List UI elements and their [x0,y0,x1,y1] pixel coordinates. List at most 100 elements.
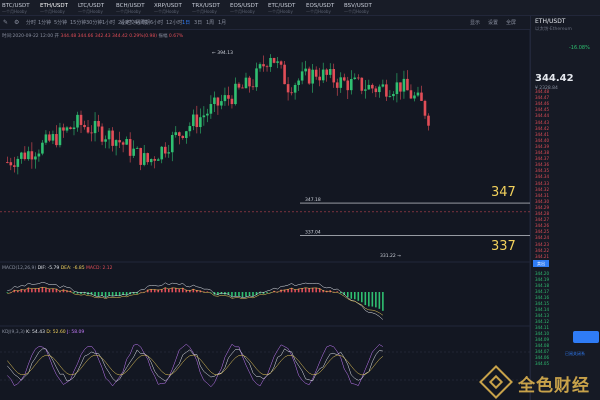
candle-body [135,147,139,149]
candle-body [311,69,314,84]
candle-body [321,69,325,81]
chart-toolbar: ✎ ⚙ 分时 1分钟 5分钟 15分钟 30分钟 1小时 2小时 4小时 6小时 12小时 1日 3日… [0,16,530,30]
candle-body [213,97,216,105]
candle-body [167,152,171,154]
interval-2[interactable]: 5分钟 [54,19,67,27]
tab-0[interactable]: BTC/USDT 一个月Hooby [2,3,38,15]
macd-bar [97,292,100,297]
candle-body [349,79,353,91]
candle-body [388,96,392,97]
candle-body [357,77,360,79]
interval-4[interactable]: 30分钟 [86,19,102,27]
candle-body [381,84,385,87]
macd-bar [353,292,356,300]
toolbar-right-2[interactable]: 全屏 [506,19,516,27]
tab-9[interactable]: BSV/USDT 一个月Hooby [344,3,380,15]
level-lower-value: 337.04 [305,229,321,235]
candle-body [325,69,329,75]
info-open-label: 开 [54,34,60,39]
candle-body [202,115,206,118]
tab-2[interactable]: LTC/USDT 一个月Hooby [78,3,114,15]
interval-13[interactable]: 1月 [218,19,226,27]
candle-body [423,100,427,116]
tab-4[interactable]: XRP/USDT 一个月Hooby [154,3,190,15]
candle-body [48,134,51,141]
candle-body [300,71,304,81]
interval-11[interactable]: 3日 [194,19,202,27]
macd-bar [234,292,237,297]
candle-body [51,134,55,141]
kdj-k: K: 54.43 [26,330,45,335]
interval-3[interactable]: 15分钟 [70,19,86,27]
tab-8[interactable]: EOS/USDT 一个月Hooby [306,3,342,15]
macd-bar [245,292,247,297]
candle-body [160,146,164,160]
rp-symbol: ETH/USDT [535,18,566,25]
candle-body [342,77,346,81]
candle-body [177,132,181,136]
candle-body [332,69,336,83]
macd-bar [111,292,114,297]
candle-body [290,92,293,94]
macd-bar [231,292,233,297]
candle-body [72,127,76,130]
candle-body [206,113,209,116]
candle-body [223,95,227,102]
macd-label: MACD(12,26,9) [2,266,37,271]
interval-5[interactable]: 1小时 [102,19,115,27]
draw-tool-icon[interactable]: ✎ [3,19,11,27]
interval-1[interactable]: 1分钟 [38,19,51,27]
orderbook-bid-row[interactable]: 344.05 [535,360,597,367]
candle-body [371,84,374,89]
candle-body [69,127,72,130]
macd-bar [241,292,244,298]
orderbook-ask-row[interactable]: 344.21 [535,253,597,260]
macd-bar [101,292,103,296]
tab-3[interactable]: BCH/USDT 一个月Hooby [116,3,152,15]
macd-value: MACD: 2.12 [86,266,113,271]
candle-body [41,142,44,154]
candle-body [174,132,178,136]
info-date: 时间:2020-09-22 12:00 [2,34,54,39]
candle-body [304,68,307,72]
rp-change: -16.08% [569,45,590,51]
candle-body [276,61,279,63]
macd-bar [308,288,310,293]
indicator-icon[interactable]: ⚙ [14,19,22,27]
candle-body [427,115,430,126]
tab-subtitle: 一个月Hooby [344,9,369,14]
tab-6[interactable]: EOS/USDT 一个月Hooby [230,3,266,15]
interval-12[interactable]: 1周 [206,19,214,27]
watermark-logo-icon [479,365,513,399]
toolbar-right-1[interactable]: 设置 [488,19,498,27]
toolbar-right-0[interactable]: 显示 [470,19,480,27]
macd-bar [382,292,384,311]
candle-body [121,142,125,145]
interval-9[interactable]: 12小时 [166,19,182,27]
sell-tab[interactable]: 卖出 [533,260,549,267]
candle-body [125,139,128,145]
interval-0[interactable]: 分时 [26,19,36,27]
candle-body [364,89,367,91]
kdj-d: D: 52.60 [46,330,66,335]
tab-5[interactable]: TRX/USDT 一个月Hooby [192,3,228,15]
tab-subtitle: 一个月Hooby [268,9,293,14]
candle-body [6,162,9,163]
tab-7[interactable]: ETC/USDT 一个月Hooby [268,3,304,15]
candle-body [62,127,65,131]
tab-1[interactable]: ETH/USDT 一个月Hooby [40,3,76,15]
candle-body [378,86,381,93]
macd-bar [315,287,317,293]
info-high: 344.66 [77,34,94,39]
indicator-setting[interactable]: 设定交易周期 [120,19,150,27]
interval-10[interactable]: 1日 [182,19,190,27]
candlestick-chart[interactable]: 395.00390.00385.00380.00375.00370.00365.… [0,30,530,400]
candle-body [392,94,395,97]
macd-bar [178,288,181,293]
chart-area[interactable]: 395.00390.00385.00380.00375.00370.00365.… [0,30,530,400]
candle-body [385,84,388,97]
tab-subtitle: 一个月Hooby [306,9,331,14]
macd-bar [45,287,47,293]
interval-8[interactable]: 6小时 [150,19,163,27]
macd-bar [108,292,110,296]
